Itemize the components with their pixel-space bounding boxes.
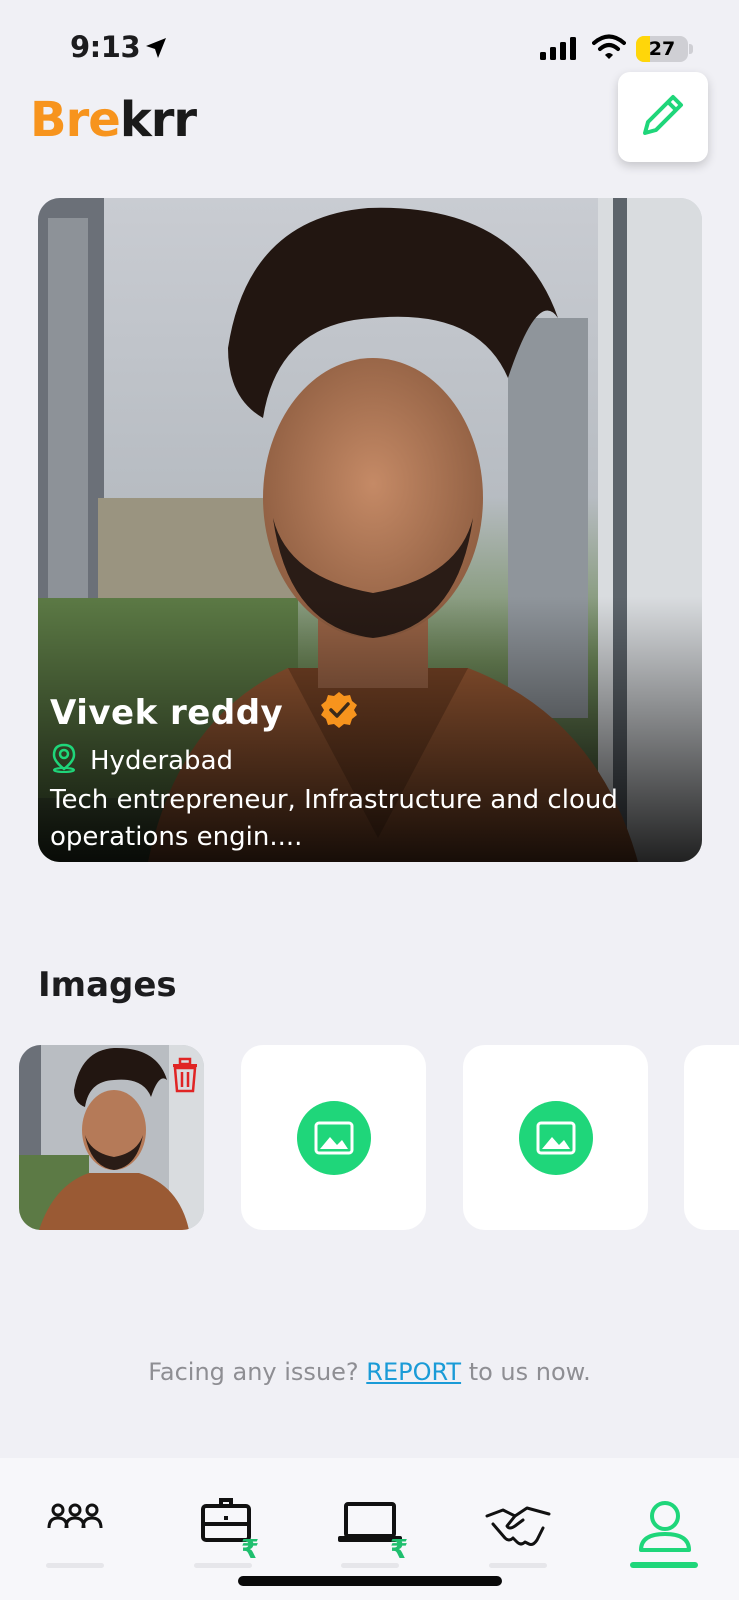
laptop-rupee-icon: ₹ xyxy=(330,1498,410,1568)
nav-item-freelance[interactable]: ₹ xyxy=(325,1498,415,1568)
profile-icon xyxy=(633,1498,697,1568)
location-arrow-icon xyxy=(144,36,168,65)
map-pin-icon xyxy=(50,743,78,778)
cellular-signal-icon xyxy=(540,37,578,66)
battery-nub xyxy=(689,44,693,54)
add-image-icon xyxy=(296,1100,371,1175)
svg-text:₹: ₹ xyxy=(390,1535,408,1560)
nav-item-people[interactable] xyxy=(30,1498,120,1568)
profile-location: Hyderabad xyxy=(90,745,233,776)
logo-part-b: krr xyxy=(119,92,197,148)
nav-indicator xyxy=(194,1563,252,1568)
nav-item-jobs[interactable]: ₹ xyxy=(178,1498,268,1568)
profile-info: Vivek reddy Hyderabad Tech entrepreneur,… xyxy=(50,690,690,856)
nav-item-profile[interactable] xyxy=(620,1498,710,1568)
report-link[interactable]: REPORT xyxy=(366,1358,461,1386)
images-section-title: Images xyxy=(38,965,177,1005)
add-image-tile[interactable] xyxy=(463,1045,648,1230)
bio-line-1: Tech entrepreneur, Infrastructure and cl… xyxy=(50,785,618,815)
profile-name: Vivek reddy xyxy=(50,692,284,733)
people-icon xyxy=(45,1498,105,1568)
nav-item-deals[interactable] xyxy=(473,1498,563,1568)
report-message: Facing any issue? REPORT to us now. xyxy=(0,1358,739,1386)
home-indicator xyxy=(238,1576,502,1586)
app-logo: Brekrr xyxy=(30,92,197,148)
nav-indicator xyxy=(46,1563,104,1568)
logo-part-a: Bre xyxy=(30,92,121,148)
battery-icon: 27 xyxy=(636,36,688,62)
edit-profile-button[interactable] xyxy=(618,72,708,162)
verified-badge-icon xyxy=(319,690,359,735)
trash-icon[interactable] xyxy=(169,1057,201,1098)
image-tile[interactable] xyxy=(19,1045,204,1230)
name-row: Vivek reddy xyxy=(50,690,690,735)
add-image-tile[interactable] xyxy=(684,1045,739,1230)
nav-indicator-active xyxy=(630,1562,698,1568)
bio-line-2: operations engin.... xyxy=(50,822,303,852)
nav-indicator xyxy=(489,1563,547,1568)
battery-percent: 27 xyxy=(648,38,676,60)
profile-card[interactable]: Vivek reddy Hyderabad Tech entrepreneur,… xyxy=(38,198,702,862)
status-time: 9:13 xyxy=(70,30,141,64)
wifi-icon xyxy=(592,34,626,65)
nav-indicator xyxy=(341,1563,399,1568)
handshake-icon xyxy=(483,1498,553,1568)
pencil-icon xyxy=(637,89,689,146)
add-image-icon xyxy=(518,1100,593,1175)
report-prefix: Facing any issue? xyxy=(148,1358,367,1386)
briefcase-rupee-icon: ₹ xyxy=(183,1498,263,1568)
profile-bio: Tech entrepreneur, Infrastructure and cl… xyxy=(50,782,690,856)
add-image-tile[interactable] xyxy=(241,1045,426,1230)
svg-text:₹: ₹ xyxy=(241,1535,259,1560)
report-suffix: to us now. xyxy=(461,1358,591,1386)
location-row: Hyderabad xyxy=(50,743,690,778)
